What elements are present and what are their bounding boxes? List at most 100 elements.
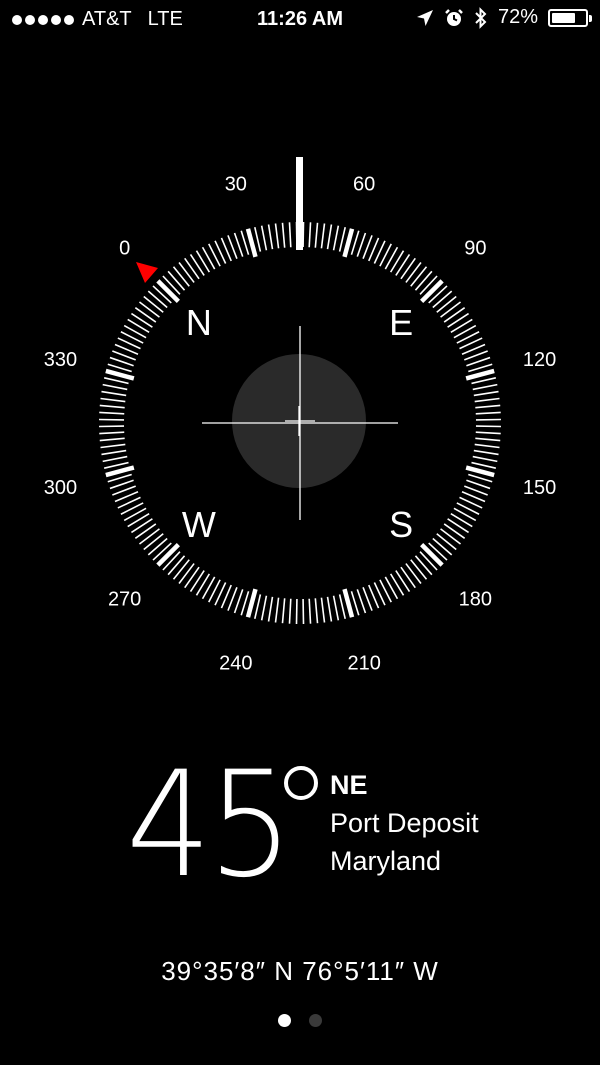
page-control[interactable] (0, 1014, 600, 1027)
compass-minor-tick (233, 232, 244, 257)
compass-minor-tick (308, 222, 312, 248)
compass-minor-tick (103, 461, 129, 469)
compass-cardinal-s: S (389, 504, 413, 545)
compass-minor-tick (475, 437, 501, 442)
compass-minor-tick (405, 563, 422, 585)
compass-minor-tick (138, 528, 160, 545)
compass-minor-tick (389, 573, 405, 596)
compass-minor-tick (473, 390, 499, 397)
gps-coordinates: 39°35′8″ N 76°5′11″ W (161, 956, 439, 986)
location-city: Port Deposit (330, 808, 479, 838)
compass-degree-label: 330 (44, 349, 77, 371)
compass-minor-tick (308, 598, 312, 624)
compass-minor-tick (314, 222, 319, 248)
compass-minor-tick (414, 270, 433, 291)
compass-minor-tick (474, 443, 500, 449)
compass-minor-tick (274, 597, 280, 623)
compass-minor-tick (147, 537, 168, 556)
compass-minor-tick (338, 594, 346, 620)
compass-minor-tick (195, 250, 211, 273)
compass-minor-tick (167, 270, 186, 291)
compass-degree-label: 90 (464, 238, 486, 260)
compass-major-tick (465, 465, 495, 478)
compass-minor-tick (474, 397, 500, 403)
page-dot[interactable] (278, 1014, 291, 1027)
compass-minor-tick (320, 597, 326, 623)
compass-major-tick (342, 588, 355, 618)
compass-minor-tick (410, 266, 428, 287)
compass-minor-tick (447, 312, 470, 328)
compass-minor-tick (288, 222, 292, 248)
compass-minor-tick (471, 377, 497, 385)
compass-minor-tick (466, 356, 491, 367)
compass-minor-tick (436, 533, 457, 551)
compass-minor-tick (260, 225, 268, 251)
compass-minor-tick (475, 404, 501, 409)
compass-minor-tick (99, 431, 125, 435)
compass-minor-tick (314, 598, 319, 624)
compass-minor-tick (101, 390, 127, 397)
compass-minor-tick (395, 253, 411, 276)
compass-minor-tick (184, 257, 200, 280)
compass-minor-tick (475, 431, 501, 435)
compass-minor-tick (471, 461, 497, 469)
compass-minor-tick (260, 595, 268, 621)
compass-major-tick (105, 465, 135, 478)
compass-minor-tick (326, 596, 333, 622)
compass-minor-tick (440, 528, 462, 545)
compass-minor-tick (267, 596, 274, 622)
compass-degree-label: 120 (523, 349, 556, 371)
compass-degree-label: 210 (347, 653, 380, 675)
compass-minor-tick (99, 404, 125, 409)
compass-major-tick (156, 543, 180, 567)
compass-minor-tick (332, 595, 340, 621)
compass-minor-tick (326, 224, 333, 250)
heading-details: NE Port Deposit Maryland (330, 766, 479, 880)
compass-major-tick (465, 368, 495, 381)
compass-minor-tick (99, 437, 125, 442)
compass-degree-label: 60 (353, 173, 375, 195)
compass-minor-tick (410, 559, 428, 580)
heading-direction: NE (330, 770, 368, 800)
compass-minor-tick (172, 559, 190, 580)
compass-minor-tick (400, 257, 416, 280)
compass-minor-tick (109, 356, 134, 367)
compass-minor-tick (281, 222, 286, 248)
compass-minor-tick (102, 383, 128, 391)
compass-minor-tick (178, 563, 195, 585)
compass-minor-tick (184, 566, 200, 589)
compass-major-tick (420, 543, 444, 567)
compass-minor-tick (233, 589, 244, 614)
compass-minor-tick (475, 411, 501, 415)
compass-minor-tick (395, 570, 411, 593)
compass-degree-label: 180 (459, 588, 492, 610)
compass-minor-tick (472, 383, 498, 391)
compass-minor-tick (436, 295, 457, 313)
compass-minor-tick (134, 307, 157, 323)
compass-minor-tick (189, 570, 205, 593)
compass-minor-tick (447, 518, 470, 534)
compass-cardinal-n: N (186, 302, 212, 343)
compass-dial[interactable]: 0 30 60 90 120 150 180 210 240 270 300 330 N E S W (0, 0, 600, 700)
compass-minor-tick (405, 261, 422, 283)
compass-minor-tick (320, 223, 326, 249)
compass-minor-tick (443, 523, 466, 539)
compass-minor-tick (147, 290, 168, 309)
page-dot[interactable] (309, 1014, 322, 1027)
compass-minor-tick (99, 411, 125, 415)
compass-major-tick (420, 279, 444, 303)
compass-minor-tick (281, 598, 286, 624)
compass-minor-tick (127, 512, 150, 528)
compass-minor-tick (143, 533, 164, 551)
compass-minor-tick (127, 318, 150, 334)
compass-degree-label: 150 (523, 477, 556, 499)
north-marker-icon (136, 262, 158, 283)
compass-cardinal-e: E (389, 302, 413, 343)
compass-major-tick (156, 279, 180, 303)
compass-minor-tick (254, 594, 262, 620)
compass-minor-tick (102, 455, 128, 463)
compass-minor-tick (134, 523, 157, 539)
compass-major-tick (245, 588, 258, 618)
compass-major-tick (245, 228, 258, 258)
compass-minor-tick (167, 555, 186, 576)
